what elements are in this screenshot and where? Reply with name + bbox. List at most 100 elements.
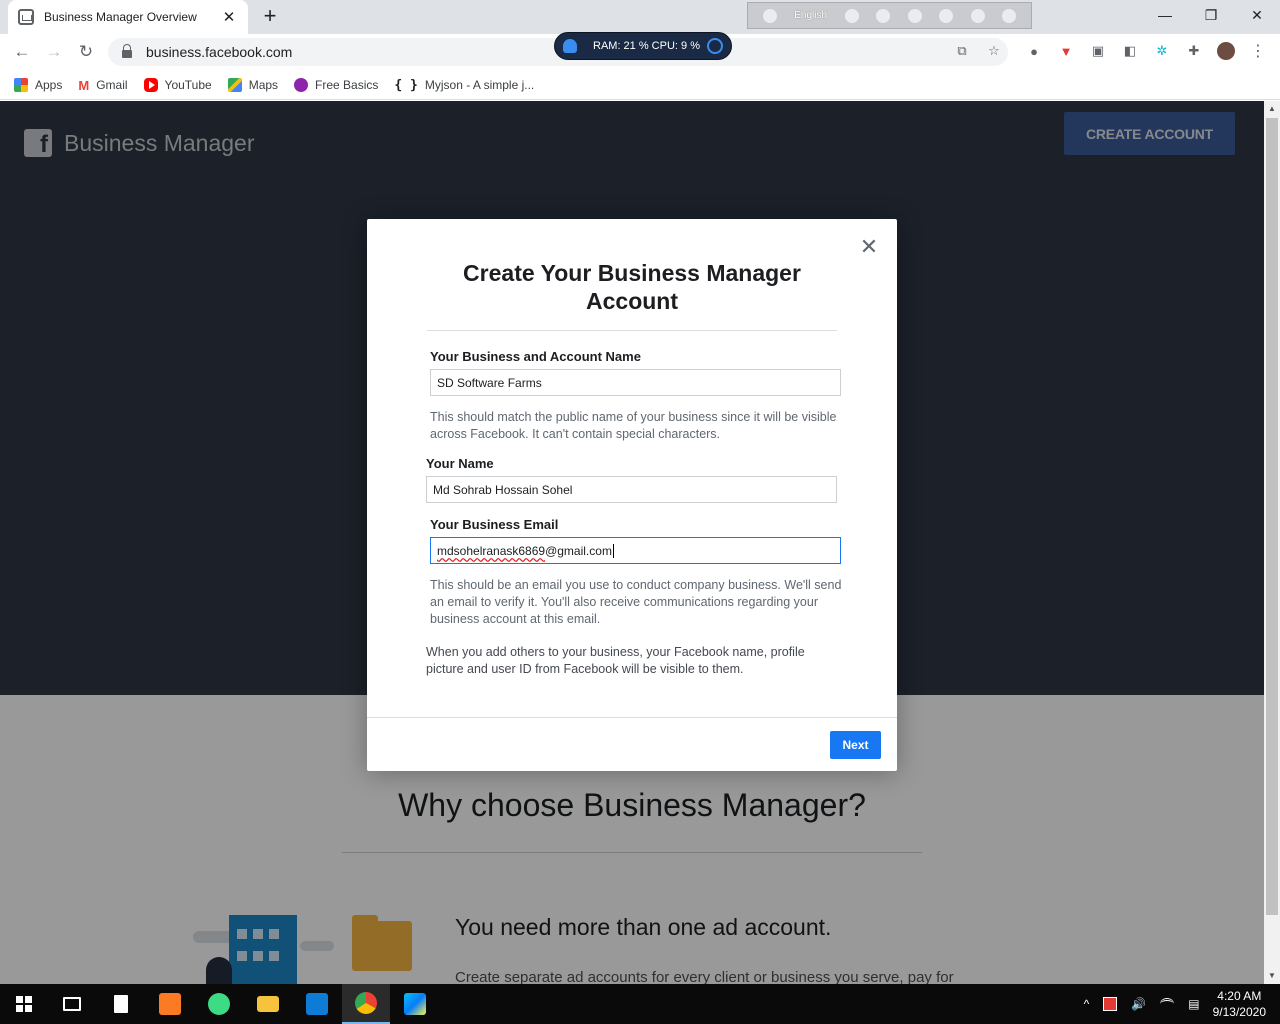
email-label: Your Business Email: [430, 517, 559, 532]
email-value-domain: @gmail.com: [545, 543, 612, 558]
page-favicon-icon: [18, 9, 34, 25]
bookmark-label: Apps: [35, 77, 63, 92]
bookmark-maps[interactable]: Maps: [227, 77, 278, 92]
ime-icon[interactable]: [762, 8, 777, 23]
taskbar-clock[interactable]: 4:20 AM 9/13/2020: [1213, 988, 1266, 1020]
keyboard-icon[interactable]: [844, 8, 859, 23]
xampp-icon: [159, 993, 181, 1015]
adobe-tray-icon[interactable]: [1103, 997, 1118, 1011]
settings-gear-icon[interactable]: [907, 8, 922, 23]
bookmark-star-icon[interactable]: ☆: [985, 42, 1003, 60]
translate-icon[interactable]: ⧉: [953, 42, 971, 60]
info-icon[interactable]: [1002, 8, 1017, 23]
clock-time: 4:20 AM: [1217, 989, 1262, 1003]
email-value-user: mdsohelranask6869: [437, 543, 546, 558]
business-name-help: This should match the public name of you…: [430, 410, 837, 441]
taskbar-xampp[interactable]: [146, 984, 194, 1024]
apps-grid-icon: [14, 77, 28, 92]
notification-center-icon[interactable]: ▤: [1188, 997, 1199, 1011]
pocket-extension-icon[interactable]: ▼: [1057, 42, 1075, 60]
browser-tab[interactable]: Business Manager Overview ✕: [8, 0, 248, 34]
taskbar-chrome[interactable]: [342, 984, 390, 1024]
clock-date: 9/13/2020: [1212, 1005, 1266, 1019]
business-name-value: SD Software Farms: [437, 375, 542, 390]
bookmark-youtube[interactable]: YouTube: [143, 77, 212, 92]
tray-chevron-icon[interactable]: ^: [1084, 997, 1090, 1011]
tab-title: Business Manager Overview: [44, 10, 197, 24]
bookmark-free-basics[interactable]: Free Basics: [294, 77, 379, 92]
lock-icon[interactable]: [122, 44, 132, 58]
bookmark-label: YouTube: [164, 77, 212, 92]
visibility-note: When you add others to your business, yo…: [426, 645, 805, 676]
business-name-label: Your Business and Account Name: [430, 349, 641, 364]
restore-window-button[interactable]: ❐: [1188, 0, 1234, 30]
json-braces-icon: { }: [394, 77, 418, 93]
youtube-icon: [143, 77, 158, 92]
system-tray: ^ 🔊 ▤ 4:20 AM 9/13/2020: [1077, 984, 1280, 1024]
language-bar[interactable]: English: [747, 2, 1032, 29]
bookmark-gmail[interactable]: M Gmail: [78, 77, 127, 93]
scroll-down-arrow-icon[interactable]: ▼: [1264, 968, 1280, 984]
gmail-icon: M: [78, 77, 90, 93]
bookmark-apps[interactable]: Apps: [14, 77, 63, 92]
system-monitor-widget[interactable]: RAM: 21 % CPU: 9 %: [554, 32, 732, 60]
chrome-icon: [355, 992, 377, 1014]
language-label[interactable]: English: [794, 10, 827, 21]
next-button[interactable]: Next: [830, 731, 881, 759]
tools-icon[interactable]: [876, 8, 891, 23]
dialog-title: Create Your Business Manager Account: [463, 260, 801, 314]
help-icon[interactable]: [970, 8, 985, 23]
extension-icon[interactable]: ◧: [1121, 42, 1139, 60]
divider: [427, 330, 837, 331]
folder-icon: [257, 996, 279, 1012]
text-cursor: [612, 543, 614, 558]
taskbar-maps-app[interactable]: [195, 984, 243, 1024]
task-view-button[interactable]: [48, 984, 96, 1024]
wifi-icon[interactable]: [1160, 998, 1175, 1010]
close-icon[interactable]: ✕: [857, 235, 881, 259]
profile-avatar[interactable]: [1217, 42, 1235, 60]
business-name-input[interactable]: SD Software Farms: [430, 369, 841, 396]
react-devtools-icon[interactable]: ✲: [1153, 42, 1171, 60]
browser-menu-icon[interactable]: ⋮: [1249, 42, 1267, 60]
maps-icon: [227, 77, 242, 92]
volume-icon[interactable]: 🔊: [1131, 997, 1146, 1011]
screenshot-extension-icon[interactable]: ▣: [1089, 42, 1107, 60]
forward-button[interactable]: →: [42, 40, 66, 64]
location-pin-icon: [208, 993, 230, 1015]
new-tab-button[interactable]: +: [258, 4, 282, 28]
business-email-input[interactable]: mdsohelranask6869 @gmail.com: [430, 537, 841, 564]
reload-button[interactable]: ↻: [74, 40, 98, 64]
your-name-input[interactable]: Md Sohrab Hossain Sohel: [426, 476, 837, 503]
back-button[interactable]: ←: [10, 40, 34, 64]
bookmark-label: Free Basics: [315, 77, 379, 92]
tab-close-icon[interactable]: ✕: [220, 8, 238, 26]
scroll-up-arrow-icon[interactable]: ▲: [1264, 101, 1280, 117]
create-account-dialog: ✕ Create Your Business Manager Account Y…: [367, 219, 897, 771]
taskbar-vscode[interactable]: [293, 984, 341, 1024]
bookmark-label: Myjson - A simple j...: [424, 77, 535, 92]
bookmarks-bar: Apps M Gmail YouTube Maps Free Basics { …: [0, 70, 1280, 100]
taskbar-notepad[interactable]: [97, 984, 145, 1024]
windows-taskbar: ^ 🔊 ▤ 4:20 AM 9/13/2020: [0, 984, 1280, 1024]
bookmark-myjson[interactable]: { } Myjson - A simple j...: [394, 77, 535, 93]
windows-logo-icon: [16, 996, 32, 1012]
taskbar-file-explorer[interactable]: [244, 984, 292, 1024]
extensions-puzzle-icon[interactable]: ✚: [1185, 42, 1203, 60]
url-text[interactable]: business.facebook.com: [146, 44, 292, 60]
free-basics-icon: [294, 77, 309, 92]
page-scrollbar[interactable]: ▲ ▼: [1264, 101, 1280, 984]
taskbar-webstorm[interactable]: [391, 984, 439, 1024]
internet-icon[interactable]: [939, 8, 954, 23]
scrollbar-thumb[interactable]: [1266, 118, 1278, 915]
divider: [367, 717, 897, 718]
download-extension-icon[interactable]: ●: [1025, 42, 1043, 60]
email-help: This should be an email you use to condu…: [430, 578, 842, 626]
start-button[interactable]: [0, 984, 48, 1024]
your-name-value: Md Sohrab Hossain Sohel: [433, 482, 573, 497]
your-name-label: Your Name: [426, 456, 494, 471]
gauge-icon: [707, 38, 723, 54]
document-icon: [114, 995, 128, 1013]
close-window-button[interactable]: ✕: [1234, 0, 1280, 30]
minimize-window-button[interactable]: —: [1142, 0, 1188, 30]
